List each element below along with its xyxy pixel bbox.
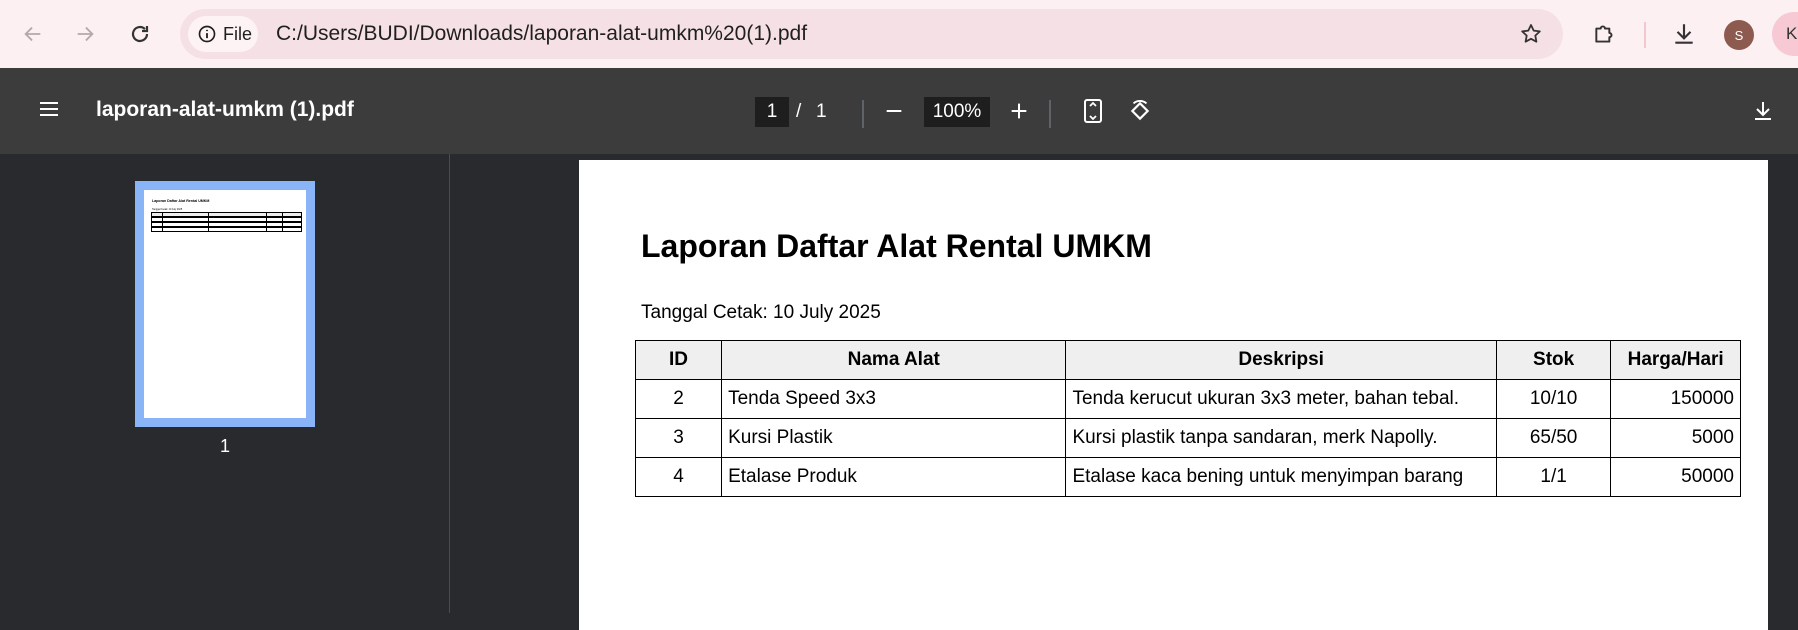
url-text[interactable]: C:/Users/BUDI/Downloads/laporan-alat-umk… xyxy=(276,22,807,46)
pdf-download-button[interactable] xyxy=(1745,93,1781,129)
toolbar-divider xyxy=(1049,100,1051,128)
thumbnail-page: Laporan Daftar Alat Rental UMKM Tanggal … xyxy=(144,190,306,418)
profile-avatar[interactable]: S xyxy=(1724,20,1754,50)
rotate-button[interactable] xyxy=(1122,93,1158,129)
browser-toolbar: File C:/Users/BUDI/Downloads/laporan-ala… xyxy=(0,0,1798,68)
plus-icon xyxy=(1011,103,1027,119)
table-row: 2 Tenda Speed 3x3 Tenda kerucut ukuran 3… xyxy=(634,379,1741,419)
bookmark-button[interactable] xyxy=(1517,20,1545,48)
pdf-toolbar: laporan-alat-umkm (1).pdf 1 / 1 100% xyxy=(0,68,1798,154)
zoom-input[interactable]: 100% xyxy=(924,97,990,127)
address-bar[interactable]: File C:/Users/BUDI/Downloads/laporan-ala… xyxy=(180,9,1563,59)
back-button[interactable] xyxy=(13,14,53,54)
thumbnail-page-number: 1 xyxy=(219,436,230,456)
thumbnail-title: Laporan Daftar Alat Rental UMKM xyxy=(152,199,210,203)
cell-price: 5000 xyxy=(1610,418,1741,458)
forward-button[interactable] xyxy=(65,14,105,54)
extensions-button[interactable] xyxy=(1585,14,1625,54)
cell-price: 50000 xyxy=(1610,457,1741,497)
pdf-viewer[interactable]: Laporan Daftar Alat Rental UMKM Tanggal … xyxy=(451,154,1798,630)
thumbnail-row xyxy=(151,227,302,232)
toolbar-divider xyxy=(862,100,864,128)
reload-button[interactable] xyxy=(120,14,160,54)
cell-price: 150000 xyxy=(1610,379,1741,419)
profile-chip[interactable]: K xyxy=(1772,12,1798,56)
file-chip-label: File xyxy=(223,23,253,44)
thumbnail-table xyxy=(151,212,302,232)
page-separator: / xyxy=(796,101,802,122)
pdf-page: Laporan Daftar Alat Rental UMKM Tanggal … xyxy=(579,160,1768,630)
arrow-right-icon xyxy=(77,26,94,42)
cell-id: 2 xyxy=(634,379,723,419)
downloads-button[interactable] xyxy=(1664,14,1704,54)
arrow-left-icon xyxy=(24,26,41,42)
reload-icon xyxy=(131,25,149,43)
thumbnail-date: Tanggal Cetak: 10 July 2025 xyxy=(152,208,183,211)
hamburger-icon xyxy=(40,102,58,116)
rotate-icon xyxy=(1130,99,1150,121)
document-title: laporan-alat-umkm (1).pdf xyxy=(96,98,354,121)
cell-description: Tenda kerucut ukuran 3x3 meter, bahan te… xyxy=(1065,379,1497,419)
cell-description: Etalase kaca bening untuk menyimpan bara… xyxy=(1065,457,1497,497)
cell-name: Etalase Produk xyxy=(721,457,1067,497)
site-info-chip[interactable]: File xyxy=(188,16,258,52)
page-total: 1 xyxy=(816,101,827,122)
tools-table: ID Nama Alat Deskripsi Stok Harga/Hari 2… xyxy=(634,340,1741,497)
fit-page-button[interactable] xyxy=(1075,93,1111,129)
cell-name: Kursi Plastik xyxy=(721,418,1067,458)
cell-description: Kursi plastik tanpa sandaran, merk Napol… xyxy=(1065,418,1497,458)
print-date: Tanggal Cetak: 10 July 2025 xyxy=(641,302,881,323)
fit-page-icon xyxy=(1084,99,1102,123)
table-row: 3 Kursi Plastik Kursi plastik tanpa sand… xyxy=(634,418,1741,458)
column-header: Harga/Hari xyxy=(1610,340,1741,380)
zoom-in-button[interactable] xyxy=(1001,93,1037,129)
cell-stock: 10/10 xyxy=(1495,379,1612,419)
column-header: ID xyxy=(634,340,723,380)
zoom-out-button[interactable] xyxy=(876,93,912,129)
info-icon xyxy=(198,25,216,43)
report-title: Laporan Daftar Alat Rental UMKM xyxy=(641,228,1152,264)
puzzle-icon xyxy=(1595,25,1613,43)
download-icon xyxy=(1755,102,1771,120)
cell-id: 3 xyxy=(634,418,723,458)
cell-id: 4 xyxy=(634,457,723,497)
page-thumbnail[interactable]: Laporan Daftar Alat Rental UMKM Tanggal … xyxy=(135,181,315,427)
column-header: Deskripsi xyxy=(1065,340,1497,380)
cell-stock: 65/50 xyxy=(1495,418,1612,458)
minus-icon xyxy=(886,109,902,113)
star-icon xyxy=(1521,24,1541,43)
cell-stock: 1/1 xyxy=(1495,457,1612,497)
table-row: 4 Etalase Produk Etalase kaca bening unt… xyxy=(634,457,1741,497)
download-icon xyxy=(1675,24,1693,44)
cell-name: Tenda Speed 3x3 xyxy=(721,379,1067,419)
toolbar-divider xyxy=(1644,22,1646,48)
thumbnail-sidebar: Laporan Daftar Alat Rental UMKM Tanggal … xyxy=(0,154,450,613)
column-header: Stok xyxy=(1495,340,1612,380)
table-header-row: ID Nama Alat Deskripsi Stok Harga/Hari xyxy=(634,340,1741,380)
page-number-input[interactable]: 1 xyxy=(755,97,789,127)
sidebar-menu-button[interactable] xyxy=(34,94,64,124)
column-header: Nama Alat xyxy=(721,340,1067,380)
